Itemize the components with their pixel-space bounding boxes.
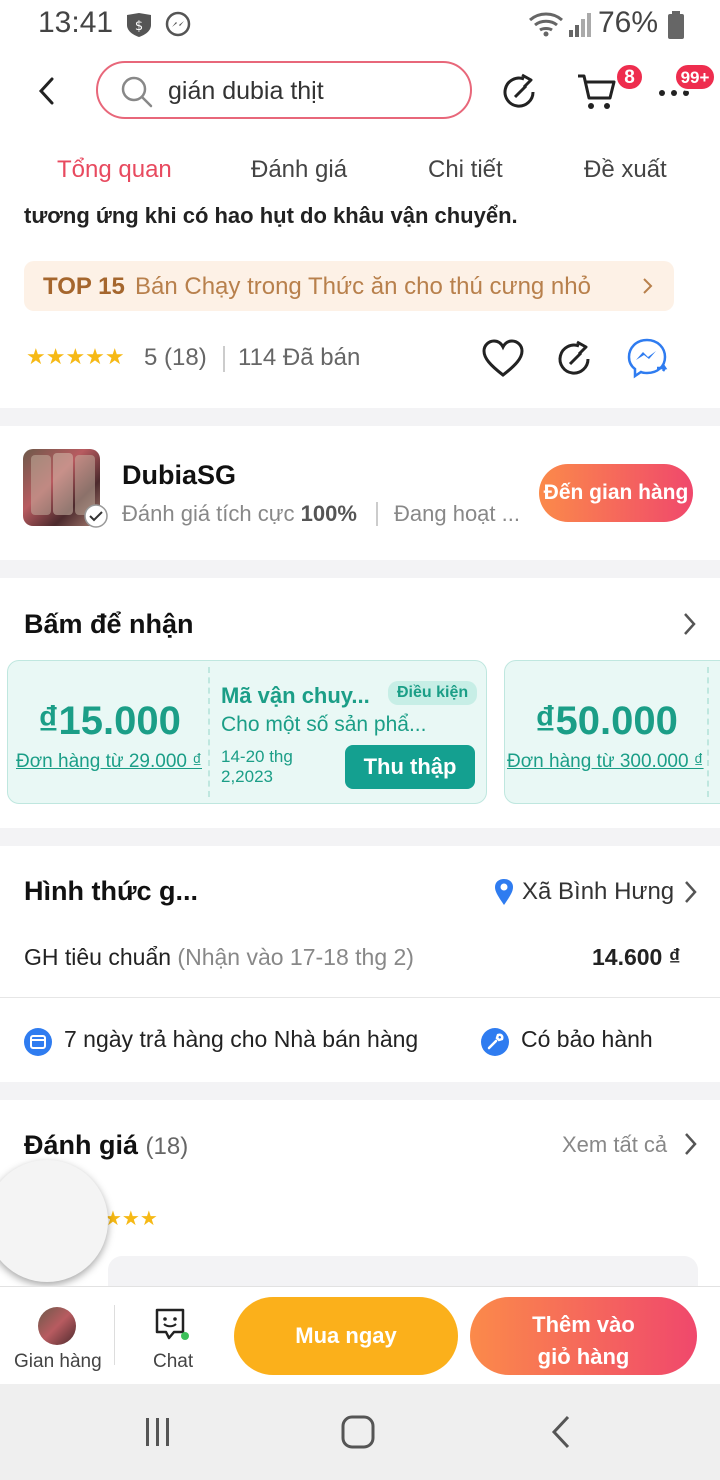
voucher-title: Mã vận chuy... [221,683,370,708]
messenger-status-icon [165,11,191,37]
shipping-title: Hình thức g... [24,876,199,906]
heart-icon[interactable] [482,339,524,379]
rating-score: 5 (18) [144,344,207,371]
overview-section: tương ứng khi có hao hụt do khâu vận chu… [0,198,720,408]
voucher-condition-tag[interactable]: Điều kiện [388,681,478,705]
divider [114,1305,115,1365]
visit-shop-button[interactable]: Đến gian hàng [539,464,693,522]
voucher-section-title: Bấm để nhận [24,609,194,639]
search-bar[interactable]: gián dubia thịt [96,61,472,119]
voucher-perforation [707,667,709,797]
back-nav-icon[interactable] [548,1414,574,1450]
product-description-tail: tương ứng khi có hao hụt do khâu vận chu… [24,203,518,228]
rating-stars: ★★★★★ [26,344,125,369]
shop-section: DubiaSG Đánh giá tích cực 100% Đang hoạt… [0,426,720,560]
battery-icon [668,11,684,39]
tab-overview[interactable]: Tổng quan [57,156,172,184]
return-policy[interactable]: 7 ngày trả hàng cho Nhà bán hàng [64,1026,418,1053]
signal-icon [569,13,591,37]
divider [376,502,378,526]
divider [0,997,720,998]
shop-rating: Đánh giá tích cực 100% [122,501,357,526]
shipping-fee: 14.600 ₫ [592,944,681,970]
chevron-right-icon[interactable] [684,880,698,904]
voucher-section: Bấm để nhận ₫15.000 Đơn hàng từ 29.000 ₫… [0,578,720,828]
reviews-title: Đánh giá (18) [24,1130,189,1160]
delivery-location[interactable]: Xã Bình Hưng [522,878,674,906]
share-icon[interactable] [555,339,595,379]
voucher-amount: ₫15.000 [38,699,181,743]
wifi-icon [529,12,563,37]
voucher-date-line1: 14-20 thg [221,747,293,766]
location-pin-icon [495,879,513,905]
sold-count: 114 Đã bán [238,344,361,371]
tab-reviews[interactable]: Đánh giá [251,156,347,184]
chevron-right-icon[interactable] [683,612,697,636]
voucher-min-order: Đơn hàng từ 29.000 ₫ [16,751,202,772]
bottom-action-bar: Gian hàng Chat Mua ngay Thêm vào giỏ hàng [0,1286,720,1384]
wrench-icon [481,1028,509,1056]
return-icon [24,1028,52,1056]
voucher-min-order: Đơn hàng từ 300.000 ₫ [507,751,704,772]
tab-details[interactable]: Chi tiết [428,156,503,184]
top-header: gián dubia thịt 8 99+ [0,50,720,140]
verified-check-icon [84,504,108,528]
reviews-section: Đánh giá (18) Xem tất cả ★★★ [0,1100,720,1316]
buy-now-button[interactable]: Mua ngay [234,1297,458,1375]
voucher-perforation [208,667,210,797]
voucher-card: ₫15.000 Đơn hàng từ 29.000 ₫ Mã vận chuy… [7,660,487,804]
status-time: 13:41 [38,6,114,39]
search-icon [121,76,153,108]
shop-name[interactable]: DubiaSG [122,460,236,491]
more-count-badge: 99+ [674,63,716,91]
shipping-method: GH tiêu chuẩn (Nhận vào 17-18 thg 2) [24,944,414,970]
home-icon[interactable] [340,1414,376,1450]
back-arrow-icon[interactable] [34,76,60,106]
top-seller-banner[interactable]: TOP 15 Bán Chạy trong Thức ăn cho thú cư… [24,261,674,311]
add-to-cart-button[interactable]: Thêm vào giỏ hàng [470,1297,697,1375]
chat-nav-label[interactable]: Chat [153,1351,193,1373]
warranty-info[interactable]: Có bảo hành [521,1026,653,1053]
messenger-share-icon[interactable] [627,338,673,380]
voucher-card: ₫50.000 Đơn hàng từ 300.000 ₫ [504,660,720,804]
top-category: Bán Chạy trong Thức ăn cho thú cưng nhỏ [135,273,591,300]
battery-percent: 76% [597,6,658,39]
cart-icon[interactable] [576,72,618,112]
chevron-right-icon [643,278,653,294]
shop-nav-label[interactable]: Gian hàng [14,1351,102,1373]
review-stars: ★★★ [104,1208,158,1230]
shipping-section: Hình thức g... Xã Bình Hưng GH tiêu chuẩ… [0,846,720,1082]
voucher-amount: ₫50.000 [535,699,678,743]
tab-bar: Tổng quan Đánh giá Chi tiết Đề xuất [0,140,720,202]
system-nav-bar [0,1384,720,1480]
divider [223,346,225,372]
chevron-right-icon[interactable] [684,1132,698,1156]
search-input[interactable]: gián dubia thịt [168,77,324,106]
shop-status: Đang hoạt ... [394,501,520,526]
voucher-subtitle: Cho một số sản phẩ... [221,713,427,736]
cart-count-badge: 8 [615,63,644,91]
tab-recommendations[interactable]: Đề xuất [584,156,667,184]
voucher-date-line2: 2,2023 [221,767,273,786]
shop-avatar-small[interactable] [38,1307,76,1345]
shield-dollar-icon: $ [127,13,151,37]
top-rank: TOP 15 [43,273,125,300]
recent-apps-icon[interactable] [142,1416,174,1448]
share-icon[interactable] [500,72,540,112]
svg-text:$: $ [135,19,143,34]
collect-voucher-button[interactable]: Thu thập [345,745,475,789]
chat-icon[interactable] [154,1307,190,1343]
status-bar: 13:41 $ 76% [0,0,720,50]
see-all-reviews-link[interactable]: Xem tất cả [562,1132,667,1158]
